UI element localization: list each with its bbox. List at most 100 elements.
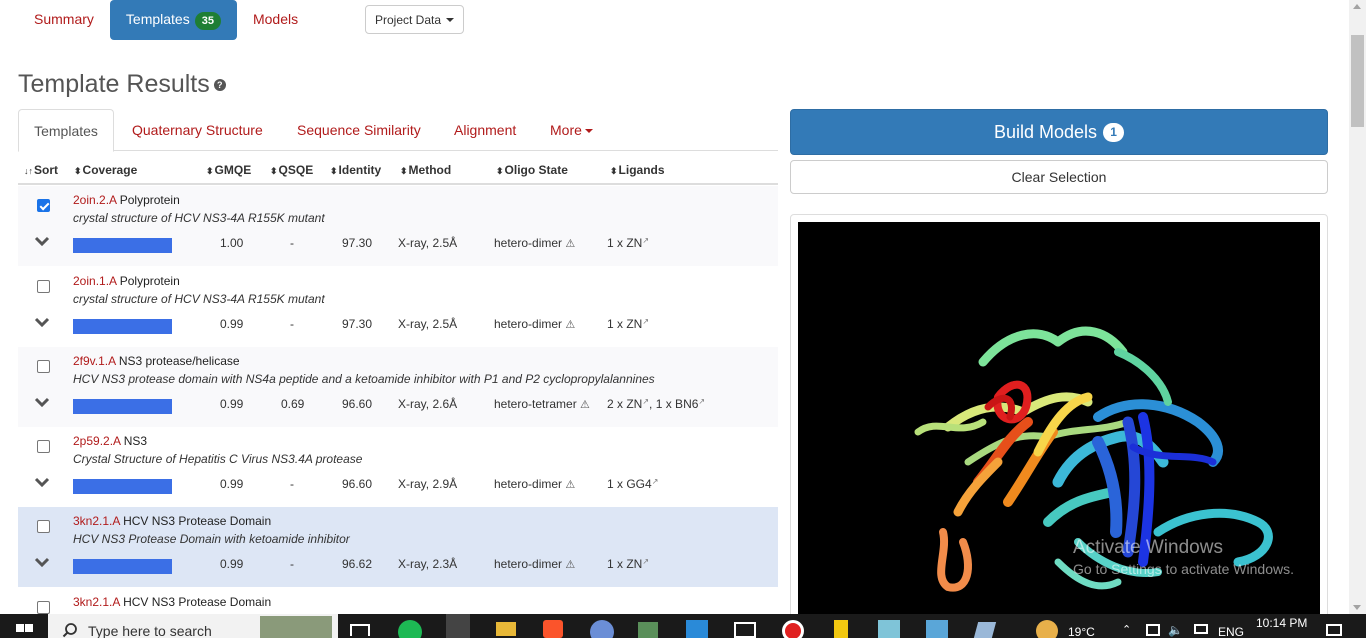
qsqe-header[interactable]: ⬍QSQE: [270, 163, 313, 177]
ligands-header[interactable]: ⬍Ligands: [610, 163, 665, 177]
method-header-label: Method: [408, 163, 452, 177]
chevron-down-icon[interactable]: [34, 317, 50, 327]
vscode-icon[interactable]: [686, 620, 708, 638]
identity-value: 96.62: [342, 557, 373, 571]
gmqe-header[interactable]: ⬍GMQE: [206, 163, 251, 177]
row-checkbox[interactable]: [37, 601, 50, 614]
template-row[interactable]: 3kn2.1.A HCV NS3 Protease Domain HCV NS3…: [18, 507, 778, 587]
oligo-state-text: hetero-dimer: [494, 317, 563, 331]
identity-header-label: Identity: [338, 163, 382, 177]
weather-icon: [1036, 620, 1058, 638]
app-icon[interactable]: [878, 620, 900, 638]
subtab-alignment[interactable]: Alignment: [454, 109, 516, 151]
help-icon[interactable]: ?: [213, 79, 226, 92]
ligands-value: 2 x ZN↗, 1 x BN6↗: [607, 397, 706, 411]
chevron-down-icon[interactable]: [34, 557, 50, 567]
file-explorer-icon[interactable]: [496, 622, 516, 636]
ligand-link[interactable]: 1 x GG4: [607, 477, 652, 491]
chevron-down-icon[interactable]: [34, 236, 50, 246]
ligand-link[interactable]: 1 x ZN: [607, 236, 642, 250]
language-indicator[interactable]: ENG: [1218, 625, 1244, 638]
template-id-link[interactable]: 2p59.2.A: [73, 434, 120, 448]
template-row[interactable]: 3kn2.1.A HCV NS3 Protease Domain: [18, 588, 778, 614]
method-header[interactable]: ⬍Method: [400, 163, 451, 177]
scroll-up-icon[interactable]: [1353, 4, 1361, 9]
oligo-state-header[interactable]: ⬍Oligo State: [496, 163, 568, 177]
tab-summary[interactable]: Summary: [18, 0, 110, 40]
template-row[interactable]: 2f9v.1.A NS3 protease/helicase HCV NS3 p…: [18, 347, 778, 427]
subtab-sequence-similarity[interactable]: Sequence Similarity: [297, 109, 421, 151]
row-checkbox[interactable]: [37, 199, 50, 212]
build-models-button[interactable]: Build Models 1: [790, 109, 1328, 155]
r-icon[interactable]: [590, 620, 614, 638]
sort-arrows-icon: ⬍: [496, 166, 504, 176]
record-icon[interactable]: [782, 620, 804, 638]
scroll-down-icon[interactable]: [1353, 605, 1361, 610]
oligo-state-header-label: Oligo State: [504, 163, 568, 177]
subtab-quaternary-structure[interactable]: Quaternary Structure: [132, 109, 263, 151]
template-row[interactable]: 2p59.2.A NS3 Crystal Structure of Hepati…: [18, 427, 778, 507]
chevron-down-icon[interactable]: [34, 477, 50, 487]
battery-icon[interactable]: [1146, 624, 1160, 636]
spotify-icon[interactable]: [398, 620, 422, 638]
row-checkbox[interactable]: [37, 280, 50, 293]
tab-templates[interactable]: Templates 35: [109, 0, 237, 40]
template-id-link[interactable]: 3kn2.1.A: [73, 595, 120, 609]
ligand-link[interactable]: 1 x BN6: [656, 397, 699, 411]
method-value: X-ray, 2.6Å: [398, 397, 458, 411]
tray-chevron-up-icon[interactable]: ⌃: [1122, 623, 1131, 636]
subtab-more[interactable]: More: [550, 109, 593, 151]
sort-header[interactable]: ↓↑Sort: [24, 163, 58, 177]
template-id-link[interactable]: 2oin.1.A: [73, 274, 116, 288]
calendar-icon[interactable]: [734, 622, 756, 638]
app-icon-active[interactable]: [446, 614, 470, 638]
page-scrollbar[interactable]: [1349, 0, 1366, 614]
template-id-link[interactable]: 2f9v.1.A: [73, 354, 115, 368]
brave-browser-icon[interactable]: [543, 620, 563, 638]
clock-time[interactable]: 10:14 PM: [1256, 616, 1307, 630]
power-bi-icon[interactable]: [834, 620, 848, 638]
tab-models[interactable]: Models: [237, 0, 314, 40]
row-checkbox[interactable]: [37, 440, 50, 453]
project-data-dropdown[interactable]: Project Data: [365, 5, 464, 34]
ligand-link[interactable]: 1 x ZN: [607, 557, 642, 571]
page-title: Template Results?: [18, 70, 226, 99]
warning-icon[interactable]: ⚠: [565, 559, 575, 571]
external-link-icon: ↗: [642, 557, 650, 566]
network-icon[interactable]: [1194, 624, 1208, 634]
chevron-down-icon[interactable]: [34, 397, 50, 407]
activate-windows-title: Activate Windows: [1073, 537, 1223, 558]
windows-start-icon[interactable]: [14, 614, 36, 638]
ligand-link[interactable]: 1 x ZN: [607, 317, 642, 331]
task-view-icon[interactable]: [350, 624, 370, 636]
gmqe-header-label: GMQE: [214, 163, 252, 177]
identity-header[interactable]: ⬍Identity: [330, 163, 381, 177]
warning-icon[interactable]: ⚠: [580, 399, 590, 411]
temperature-text: 19°C: [1068, 625, 1095, 638]
coverage-header[interactable]: ⬍Coverage: [74, 163, 137, 177]
volume-icon[interactable]: 🔈: [1168, 623, 1183, 637]
app-icon[interactable]: [973, 622, 997, 638]
warning-icon[interactable]: ⚠: [565, 319, 575, 331]
warning-icon[interactable]: ⚠: [565, 479, 575, 491]
sort-arrows-icon: ⬍: [610, 166, 618, 176]
notifications-icon[interactable]: [1326, 624, 1342, 636]
template-id-link[interactable]: 2oin.2.A: [73, 193, 116, 207]
template-row[interactable]: 2oin.2.A Polyprotein crystal structure o…: [18, 186, 778, 266]
ligand-link[interactable]: 2 x ZN: [607, 397, 642, 411]
oligo-state-value: hetero-tetramer ⚠: [494, 397, 590, 411]
app-icon[interactable]: [638, 622, 658, 638]
scrollbar-thumb[interactable]: [1351, 35, 1364, 127]
subtab-templates[interactable]: Templates: [18, 109, 114, 152]
taskbar-search-box[interactable]: Type here to search: [48, 614, 338, 638]
clear-selection-button[interactable]: Clear Selection: [790, 160, 1328, 194]
warning-icon[interactable]: ⚠: [565, 238, 575, 250]
template-row[interactable]: 2oin.1.A Polyprotein crystal structure o…: [18, 267, 778, 347]
row-checkbox[interactable]: [37, 520, 50, 533]
template-id-link[interactable]: 3kn2.1.A: [73, 514, 120, 528]
structure-viewer[interactable]: Activate Windows Go to Settings to activ…: [798, 222, 1320, 622]
row-checkbox[interactable]: [37, 360, 50, 373]
app-icon[interactable]: [926, 620, 948, 638]
method-value: X-ray, 2.9Å: [398, 477, 458, 491]
method-value: X-ray, 2.3Å: [398, 557, 458, 571]
